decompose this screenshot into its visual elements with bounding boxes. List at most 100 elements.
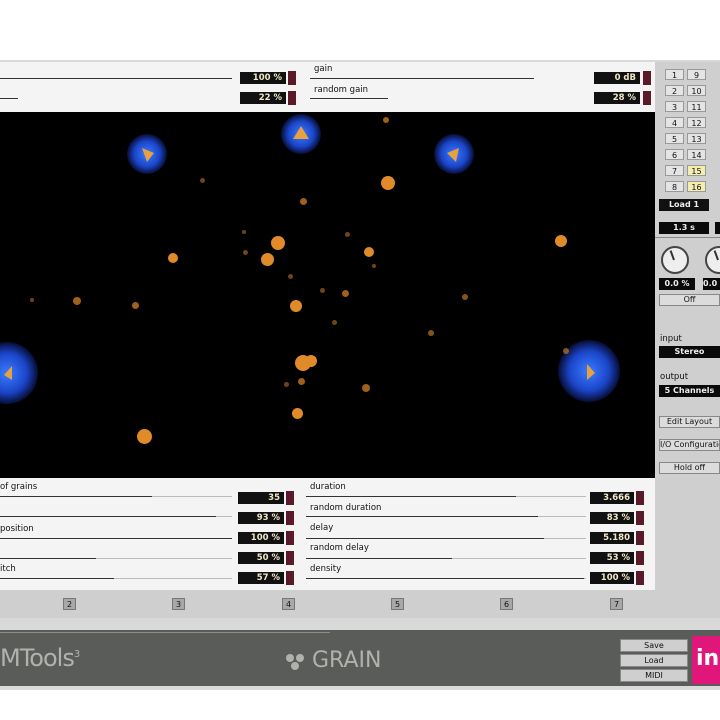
level-indicator — [286, 511, 294, 525]
preset-button-5[interactable]: 5 — [665, 133, 684, 144]
gain-value[interactable]: 0 dB — [594, 72, 640, 84]
preset-button-15[interactable]: 15 — [687, 165, 706, 176]
slider-track[interactable] — [0, 98, 18, 99]
channel-button[interactable]: 7 — [610, 598, 623, 610]
random-delay-label: random delay — [310, 543, 369, 553]
param-slider[interactable] — [0, 558, 96, 559]
value-display[interactable]: 100 % — [240, 72, 286, 84]
delay-value[interactable]: 5.180 — [590, 532, 634, 544]
preset-button-12[interactable]: 12 — [687, 117, 706, 128]
speaker-icon[interactable] — [281, 114, 321, 154]
pitch-value[interactable]: 57 % — [238, 572, 284, 584]
time-value[interactable]: 1.3 s — [659, 222, 709, 234]
random-gain-value[interactable]: 28 % — [594, 92, 640, 104]
preset-button-10[interactable]: 10 — [687, 85, 706, 96]
knob-2[interactable] — [705, 246, 720, 274]
param-value[interactable]: 93 % — [238, 512, 284, 524]
random-duration-value[interactable]: 83 % — [590, 512, 634, 524]
random-delay-slider[interactable] — [306, 558, 452, 559]
preset-button-2[interactable]: 2 — [665, 85, 684, 96]
preset-button-7[interactable]: 7 — [665, 165, 684, 176]
grain — [342, 290, 349, 297]
edit-layout-button[interactable]: Edit Layout — [659, 416, 720, 428]
grain — [168, 253, 178, 263]
off-toggle-button[interactable]: Off — [659, 294, 720, 306]
level-indicator — [286, 531, 294, 545]
param-slider[interactable] — [0, 516, 216, 517]
level-indicator — [636, 491, 644, 505]
io-configuration-button[interactable]: I/O Configuration — [659, 439, 720, 451]
preset-button-3[interactable]: 3 — [665, 101, 684, 112]
bottom-parameter-panel: of grains 35 93 % position 100 % 50 % it… — [0, 478, 655, 590]
gain-slider[interactable] — [310, 78, 534, 79]
level-indicator — [636, 511, 644, 525]
level-indicator — [286, 551, 294, 565]
channel-button[interactable]: 2 — [63, 598, 76, 610]
grain-space-canvas[interactable] — [0, 112, 655, 478]
position-value[interactable]: 100 % — [238, 532, 284, 544]
time-value-2[interactable] — [715, 222, 720, 234]
channel-button[interactable]: 6 — [500, 598, 513, 610]
hold-off-button[interactable]: Hold off — [659, 462, 720, 474]
density-slider[interactable] — [306, 578, 584, 579]
preset-button-6[interactable]: 6 — [665, 149, 684, 160]
knob-2-value[interactable]: 0.0 % — [703, 278, 720, 290]
delay-label: delay — [310, 523, 334, 533]
save-button[interactable]: Save — [620, 639, 688, 652]
midi-button[interactable]: MIDI — [620, 669, 688, 682]
preset-button-9[interactable]: 9 — [687, 69, 706, 80]
level-indicator — [636, 551, 644, 565]
preset-button-11[interactable]: 11 — [687, 101, 706, 112]
grain-module-icon — [284, 652, 310, 675]
channel-button[interactable]: 4 — [282, 598, 295, 610]
divider — [655, 237, 720, 238]
level-indicator — [288, 71, 296, 85]
speaker-icon[interactable] — [0, 342, 38, 404]
module-title: GRAIN — [312, 648, 382, 673]
grain — [332, 320, 337, 325]
duration-slider[interactable] — [306, 496, 516, 497]
channel-button[interactable]: 3 — [172, 598, 185, 610]
input-select[interactable]: Stereo — [659, 346, 720, 358]
grain — [428, 330, 434, 336]
value-display[interactable]: 22 % — [240, 92, 286, 104]
param-value[interactable]: 50 % — [238, 552, 284, 564]
grain — [290, 300, 302, 312]
preset-button-8[interactable]: 8 — [665, 181, 684, 192]
grain — [73, 297, 81, 305]
slider-track[interactable] — [0, 78, 232, 79]
grain — [30, 298, 34, 302]
pitch-label: itch — [0, 564, 16, 574]
grain — [243, 250, 248, 255]
speaker-icon[interactable] — [434, 134, 474, 174]
density-value[interactable]: 100 % — [590, 572, 634, 584]
preset-button-1[interactable]: 1 — [665, 69, 684, 80]
output-select[interactable]: 5 Channels — [659, 385, 720, 397]
grain — [320, 288, 325, 293]
grains-slider[interactable] — [0, 496, 152, 497]
load-button[interactable]: Load — [620, 654, 688, 667]
random-duration-slider[interactable] — [306, 516, 538, 517]
density-label: density — [310, 564, 342, 574]
position-label: position — [0, 524, 34, 534]
random-gain-slider[interactable] — [310, 98, 388, 99]
pitch-slider[interactable] — [0, 578, 114, 579]
footer-bar: MTools3 GRAIN Save Load MIDI in — [0, 630, 720, 686]
grains-value[interactable]: 35 — [238, 492, 284, 504]
duration-value[interactable]: 3.666 — [590, 492, 634, 504]
preset-button-14[interactable]: 14 — [687, 149, 706, 160]
random-delay-value[interactable]: 53 % — [590, 552, 634, 564]
channel-button[interactable]: 5 — [391, 598, 404, 610]
preset-button-13[interactable]: 13 — [687, 133, 706, 144]
knob-1-value[interactable]: 0.0 % — [659, 278, 695, 290]
grain — [261, 253, 274, 266]
delay-slider[interactable] — [306, 538, 544, 539]
channel-bar: 2 3 4 5 6 7 — [0, 590, 720, 618]
knob-1[interactable] — [661, 246, 689, 274]
load-preset-button[interactable]: Load 1 — [659, 199, 709, 211]
position-slider[interactable] — [0, 538, 232, 539]
grain — [383, 117, 389, 123]
speaker-icon[interactable] — [127, 134, 167, 174]
preset-button-4[interactable]: 4 — [665, 117, 684, 128]
preset-button-16[interactable]: 16 — [687, 181, 706, 192]
